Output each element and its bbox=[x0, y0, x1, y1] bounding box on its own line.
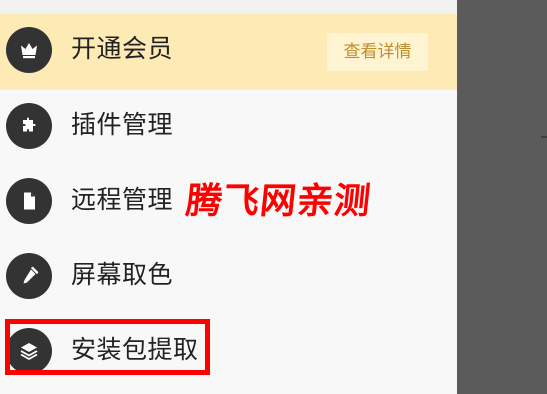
eyedropper-icon bbox=[6, 253, 52, 299]
puzzle-icon bbox=[6, 103, 52, 149]
navigation-drawer: 开通会员 查看详情 插件管理 远程管理 屏幕取色 安装包提取 腾飞网亲测 bbox=[0, 0, 457, 394]
document-icon bbox=[6, 178, 52, 224]
dim-overlay[interactable] bbox=[457, 0, 547, 394]
menu-label-color-picker: 屏幕取色 bbox=[71, 260, 174, 289]
menu-label-remote: 远程管理 bbox=[71, 185, 174, 214]
crown-icon bbox=[6, 27, 52, 73]
watermark-text: 腾飞网亲测 bbox=[183, 181, 374, 222]
highlight-box bbox=[5, 319, 210, 375]
menu-label-plugins: 插件管理 bbox=[71, 110, 174, 139]
drawer-header-strip bbox=[0, 0, 457, 14]
menu-item-vip[interactable]: 开通会员 查看详情 bbox=[0, 14, 457, 90]
view-details-button[interactable]: 查看详情 bbox=[327, 33, 428, 71]
menu-label-vip: 开通会员 bbox=[71, 34, 174, 63]
menu-item-color-picker[interactable]: 屏幕取色 bbox=[0, 240, 457, 314]
menu-item-plugins[interactable]: 插件管理 bbox=[0, 90, 457, 164]
overlay-mark bbox=[541, 136, 547, 138]
